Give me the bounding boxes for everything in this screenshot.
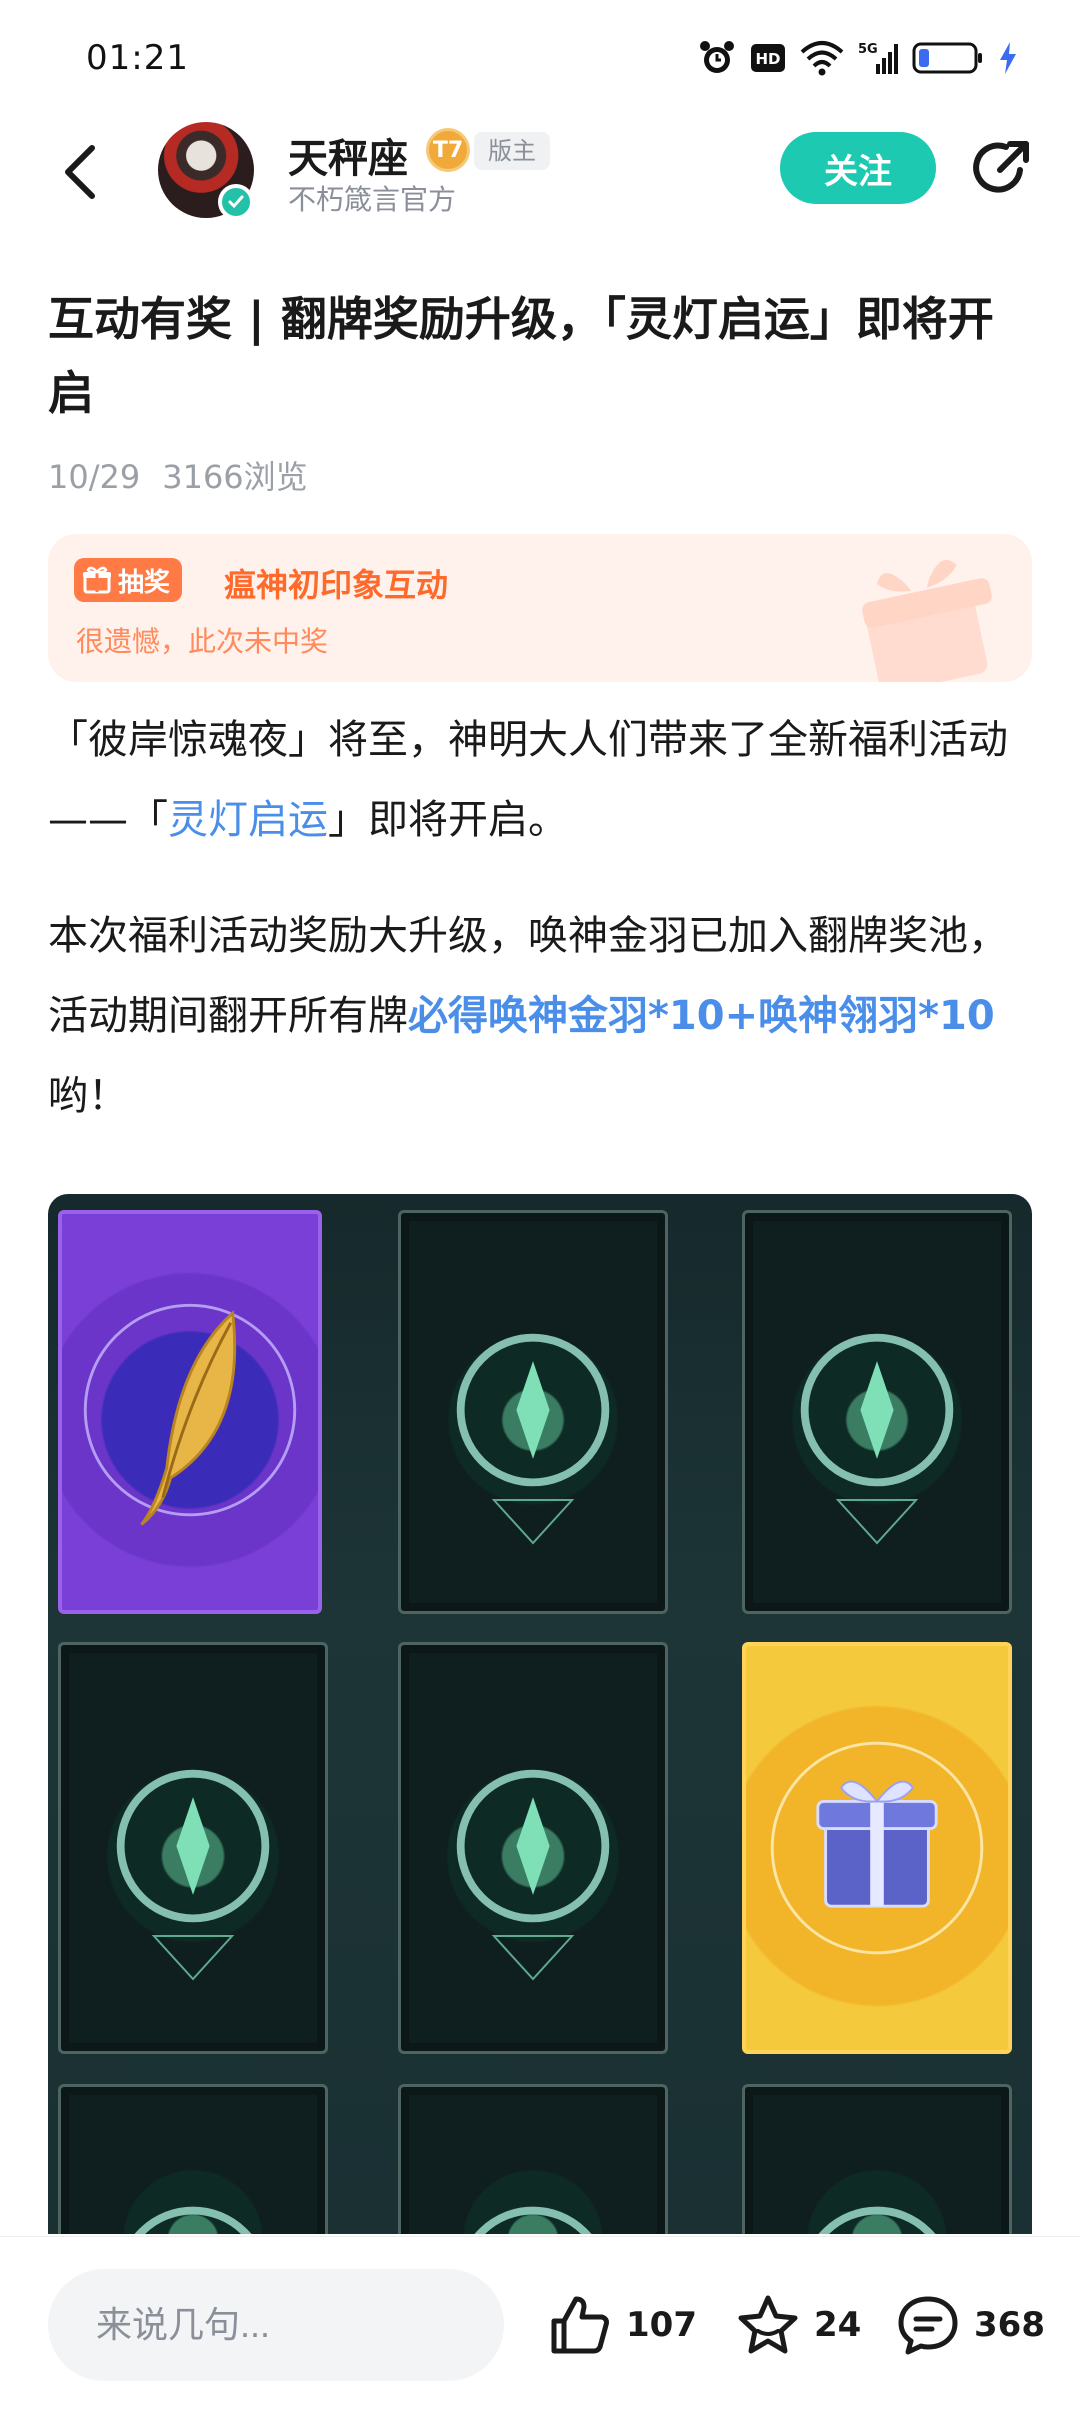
favorite-count: 24 [814,2305,862,2345]
wifi-icon [800,41,844,76]
lottery-title: 瘟神初印象互动 [224,566,449,604]
author-name[interactable]: 天秤座 [288,126,408,184]
card-giftbox [742,1642,1012,2054]
star-icon [738,2295,798,2354]
crystal-emblem-icon [116,1769,270,1981]
charging-icon [1000,42,1016,74]
crystal-emblem-icon [818,2206,936,2234]
card-back [742,2084,1012,2234]
event-link[interactable]: 灵灯启运 [168,797,328,843]
hd-icon: HD [751,44,785,72]
bottom-action-bar: 107 24 368 [0,2236,1080,2412]
post-meta: 10/29 3166浏览 [48,452,308,498]
like-button[interactable]: 107 [548,2293,697,2357]
comment-count: 368 [974,2305,1045,2345]
card-back [58,1642,328,2054]
like-count: 107 [626,2305,697,2345]
signal-icon: 5G [858,42,898,74]
post-image[interactable] [48,1194,1032,2234]
crystal-emblem-icon [474,2206,592,2234]
gift-icon [83,566,111,594]
status-time: 01:21 [86,38,189,78]
lottery-result: 很遗憾，此次未中奖 [76,625,329,658]
para1-suffix: 」即将开启。 [328,797,568,843]
status-bar: 01:21 HD 5G [0,0,1080,120]
svg-text:HD: HD [755,50,780,68]
like-icon [551,2296,609,2354]
role-tag: 版主 [474,132,550,170]
follow-button[interactable]: 关注 [780,132,936,204]
card-feather [58,1210,322,1614]
battery-icon [912,42,982,74]
card-back [58,2084,328,2234]
author-subtitle: 不朽箴言官方 [288,183,457,216]
level-badge: T7 [426,128,470,172]
card-back [398,2084,668,2234]
post-header: 天秤座 T7 版主 不朽箴言官方 关注 [0,112,1080,232]
card-back [742,1210,1012,1614]
post-date: 10/29 [48,458,141,496]
alarm-icon [700,41,734,73]
comment-button[interactable]: 368 [896,2293,1045,2357]
back-button[interactable] [50,134,110,210]
comment-icon [898,2296,958,2355]
verified-icon [218,184,254,220]
favorite-button[interactable]: 24 [736,2293,861,2357]
comment-input[interactable] [48,2269,504,2381]
share-icon [973,141,1029,193]
gift-box-icon [770,1741,984,1955]
paragraph-intro: 「彼岸惊魂夜」将至，神明大人们带来了全新福利活动——「灵灯启运」即将开启。 [48,700,1038,860]
gift-decoration-icon [862,559,992,682]
level-number: 7 [447,137,464,163]
paragraph-reward: 本次福利活动奖励大升级，唤神金羽已加入翻牌奖池，活动期间翻开所有牌必得唤神金羽*… [48,896,1038,1136]
post-title: 互动有奖 | 翻牌奖励升级，「灵灯启运」即将开启 [48,292,994,420]
card-back [398,1642,668,2054]
share-button[interactable] [966,132,1038,204]
lottery-tag-label: 抽奖 [118,567,171,598]
svg-text:5G: 5G [858,42,878,57]
status-icons: HD 5G [698,38,1018,78]
back-icon [65,145,95,199]
crystal-emblem-icon [456,1333,610,1545]
card-back [398,1210,668,1614]
reward-highlight: 必得唤神金羽*10+唤神翎羽*10 [408,993,995,1039]
lottery-card[interactable]: 抽奖 瘟神初印象互动 很遗憾，此次未中奖 [48,534,1032,682]
crystal-emblem-icon [800,1333,954,1545]
lottery-tag: 抽奖 [74,558,183,602]
golden-feather-icon [83,1303,297,1526]
post-views: 3166浏览 [162,458,308,496]
para2-suffix: 哟！ [48,1073,128,1119]
crystal-emblem-icon [134,2206,252,2234]
crystal-emblem-icon [456,1769,610,1981]
